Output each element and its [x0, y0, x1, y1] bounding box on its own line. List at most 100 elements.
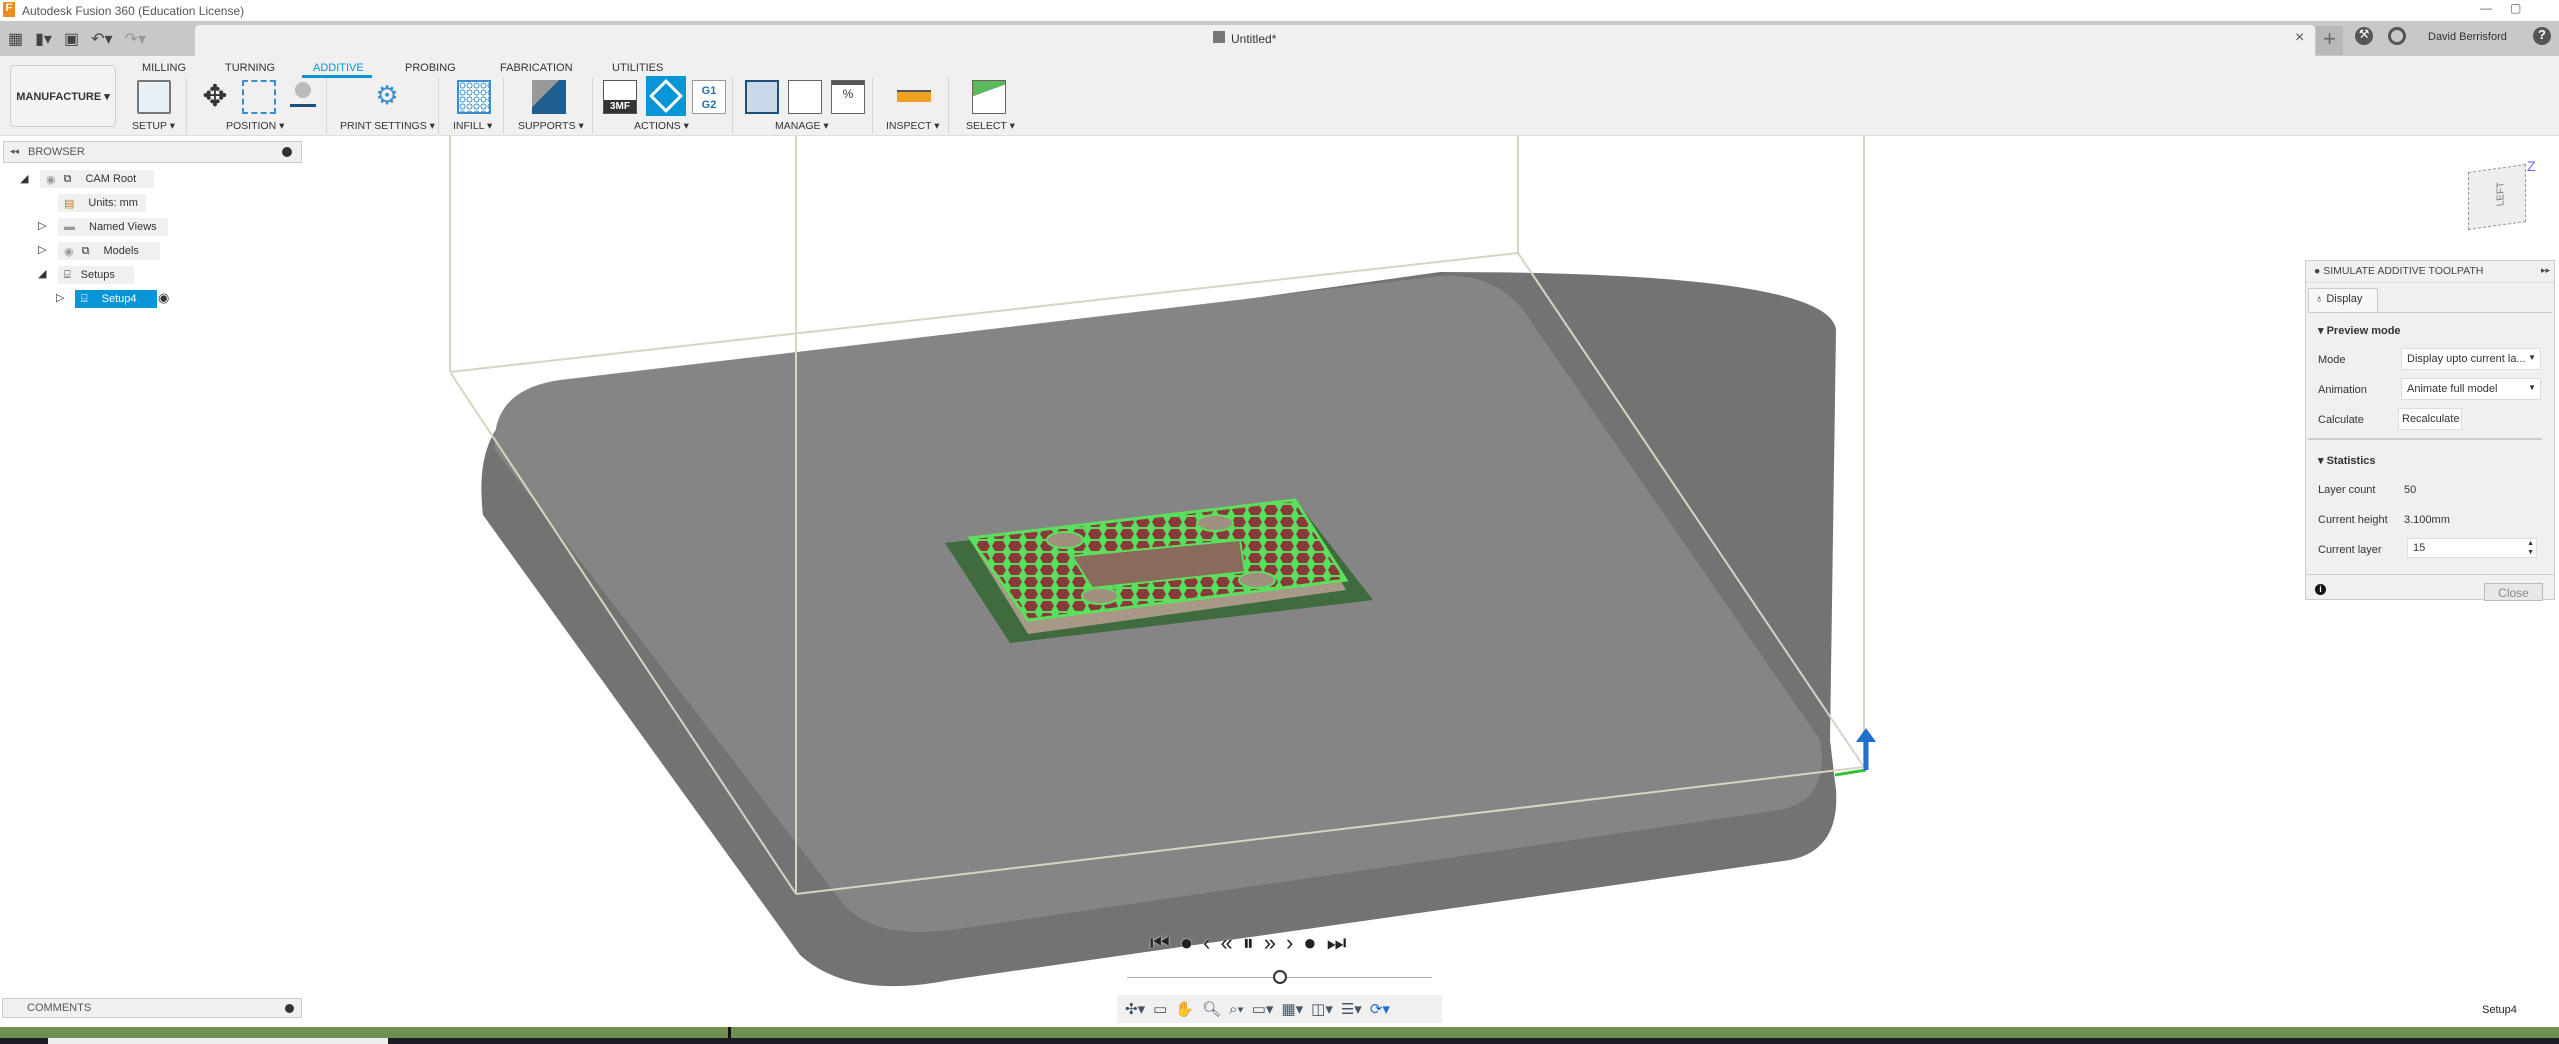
go-to-end-icon[interactable]: ⏭	[1327, 930, 1357, 955]
comments-panel[interactable]: COMMENTS	[2, 998, 302, 1018]
minimize-button[interactable]: —	[2480, 1, 2492, 15]
tab-probing[interactable]: PROBING	[405, 62, 456, 74]
refresh-icon[interactable]: ⟳▾	[1370, 1000, 1390, 1018]
tree-item-setups[interactable]: ⌸ Setups	[58, 266, 134, 284]
help-icon[interactable]: ?	[2533, 27, 2551, 45]
layers-icon[interactable]: ☰▾	[1341, 1000, 1362, 1018]
setup-menu[interactable]: SETUP ▾	[132, 120, 175, 132]
pan-icon[interactable]: ✋	[1175, 1000, 1194, 1018]
move-icon[interactable]: ✥	[198, 80, 232, 114]
simulate-icon[interactable]	[646, 76, 686, 116]
expand-icon[interactable]: ◢	[20, 172, 28, 185]
recalculate-button[interactable]: Recalculate	[2398, 408, 2462, 430]
apps-grid-icon[interactable]: ▦	[8, 29, 23, 49]
supports-icon[interactable]	[532, 80, 566, 114]
extensions-icon[interactable]: ⚒	[2355, 27, 2373, 45]
tab-turning[interactable]: TURNING	[225, 62, 275, 74]
expand-icon[interactable]: ◢	[38, 267, 46, 280]
tab-utilities[interactable]: UTILITIES	[612, 62, 663, 74]
mode-select[interactable]: Display upto current la... ▼	[2401, 348, 2541, 370]
expand-panel-icon[interactable]: ▸▸	[2541, 265, 2550, 276]
infill-icon[interactable]	[457, 80, 491, 114]
next-layer-icon[interactable]: ›●	[1286, 930, 1327, 955]
supports-menu[interactable]: SUPPORTS ▾	[518, 120, 584, 132]
file-icon[interactable]: ▮▾	[35, 29, 52, 49]
part-hole	[1196, 514, 1234, 532]
info-icon[interactable]: i	[2315, 584, 2326, 595]
visibility-eye-icon[interactable]: ◉	[64, 245, 74, 258]
visibility-eye-icon[interactable]: ◉	[46, 173, 56, 186]
tree-item-cam-root[interactable]: ◉ ⧉ CAM Root	[40, 170, 154, 188]
panel-options-icon[interactable]: ●	[2314, 265, 2320, 277]
collapse-browser-icon[interactable]: ◂◂	[10, 146, 19, 157]
display-settings-icon[interactable]: ▭▾	[1252, 1000, 1274, 1018]
view-cube-face-label[interactable]: LEFT	[2496, 181, 2507, 207]
browser-options-icon[interactable]	[282, 147, 292, 157]
job-status-icon[interactable]	[2388, 27, 2406, 45]
tab-additive[interactable]: ADDITIVE	[313, 62, 364, 74]
tab-fabrication[interactable]: FABRICATION	[500, 62, 573, 74]
fit-icon[interactable]: ⌕▾	[1229, 1001, 1244, 1018]
infill-menu[interactable]: INFILL ▾	[453, 120, 492, 132]
tree-item-setup4[interactable]: ⌸ Setup4	[75, 290, 157, 308]
expand-icon[interactable]: ▷	[38, 219, 46, 232]
post-library-icon[interactable]: %	[831, 80, 865, 114]
tab-display[interactable]: ♁ Display	[2308, 288, 2378, 312]
print-setting-library-icon[interactable]	[788, 80, 822, 114]
3d-viewport[interactable]	[0, 136, 2559, 1026]
undo-icon[interactable]: ↶▾	[91, 29, 112, 49]
grid-icon[interactable]: ▦▾	[1281, 1000, 1303, 1018]
workspace-switcher[interactable]: MANUFACTURE ▾	[10, 65, 116, 127]
browser-header[interactable]: ◂◂ BROWSER	[3, 141, 302, 163]
step-forward-icon[interactable]: »	[1264, 930, 1286, 955]
close-tab-icon[interactable]: ×	[2295, 29, 2304, 47]
maximize-button[interactable]: ▢	[2510, 1, 2521, 15]
actions-menu[interactable]: ACTIONS ▾	[634, 120, 689, 132]
machine-library-icon[interactable]	[745, 80, 779, 114]
post-process-icon[interactable]: G1 G2	[692, 80, 726, 114]
tree-item-models[interactable]: ◉ ⧉ Models	[58, 242, 160, 260]
export-3mf-icon[interactable]: 3MF	[603, 80, 637, 114]
playback-slider-thumb[interactable]	[1272, 970, 1287, 984]
user-name[interactable]: David Berrisford	[2428, 31, 2507, 43]
document-tab[interactable]: Untitled* ×	[195, 25, 2315, 56]
zoom-icon[interactable]: 🔍︎	[1202, 1000, 1221, 1018]
expand-icon[interactable]: ▷	[38, 243, 46, 256]
view-cube[interactable]: LEFT	[2468, 163, 2526, 231]
viewports-icon[interactable]: ◫▾	[1311, 1000, 1333, 1018]
expand-icon[interactable]: ▷	[56, 291, 64, 304]
new-tab-button[interactable]: +	[2316, 26, 2343, 55]
print-settings-icon[interactable]: ⚙	[370, 80, 404, 114]
close-button[interactable]: Close	[2484, 583, 2543, 601]
comments-options-icon[interactable]	[285, 1004, 294, 1013]
previous-layer-icon[interactable]: ●‹	[1180, 930, 1221, 955]
tab-milling[interactable]: MILLING	[142, 62, 186, 74]
activate-setup-radio[interactable]: ◉	[158, 290, 169, 306]
statistics-heading[interactable]: ▾ Statistics	[2318, 454, 2376, 467]
place-parts-icon[interactable]	[242, 80, 276, 114]
orbit-icon[interactable]: ✣▾	[1125, 1000, 1145, 1018]
step-back-icon[interactable]: «	[1220, 930, 1242, 955]
inspect-menu[interactable]: INSPECT ▾	[886, 120, 940, 132]
scene	[449, 136, 1876, 987]
animation-select[interactable]: Animate full model ▼	[2401, 378, 2541, 400]
select-icon[interactable]	[972, 80, 1006, 114]
save-icon[interactable]: ▣	[64, 29, 79, 49]
current-layer-stepper[interactable]: 15 ▲ ▼	[2407, 538, 2537, 558]
redo-icon[interactable]: ↷▾	[125, 29, 146, 49]
setup-icon[interactable]	[137, 80, 171, 114]
tree-item-units[interactable]: ▤ Units: mm	[58, 194, 146, 212]
tree-item-named-views[interactable]: ▬ Named Views	[58, 218, 168, 236]
look-at-icon[interactable]: ▭	[1153, 1000, 1167, 1018]
print-settings-menu[interactable]: PRINT SETTINGS ▾	[340, 120, 435, 132]
drop-to-platform-icon[interactable]	[286, 80, 320, 114]
setups-folder-icon: ⌸	[64, 268, 71, 281]
select-menu[interactable]: SELECT ▾	[966, 120, 1015, 132]
manage-menu[interactable]: MANAGE ▾	[775, 120, 829, 132]
panel-header[interactable]: ● SIMULATE ADDITIVE TOOLPATH ▸▸	[2306, 261, 2554, 283]
measure-icon[interactable]	[897, 90, 931, 102]
go-to-start-icon[interactable]: ⏮	[1150, 930, 1180, 955]
pause-icon[interactable]: ⏸	[1243, 930, 1264, 955]
position-menu[interactable]: POSITION ▾	[226, 120, 284, 132]
preview-mode-heading[interactable]: ▾ Preview mode	[2318, 324, 2401, 337]
